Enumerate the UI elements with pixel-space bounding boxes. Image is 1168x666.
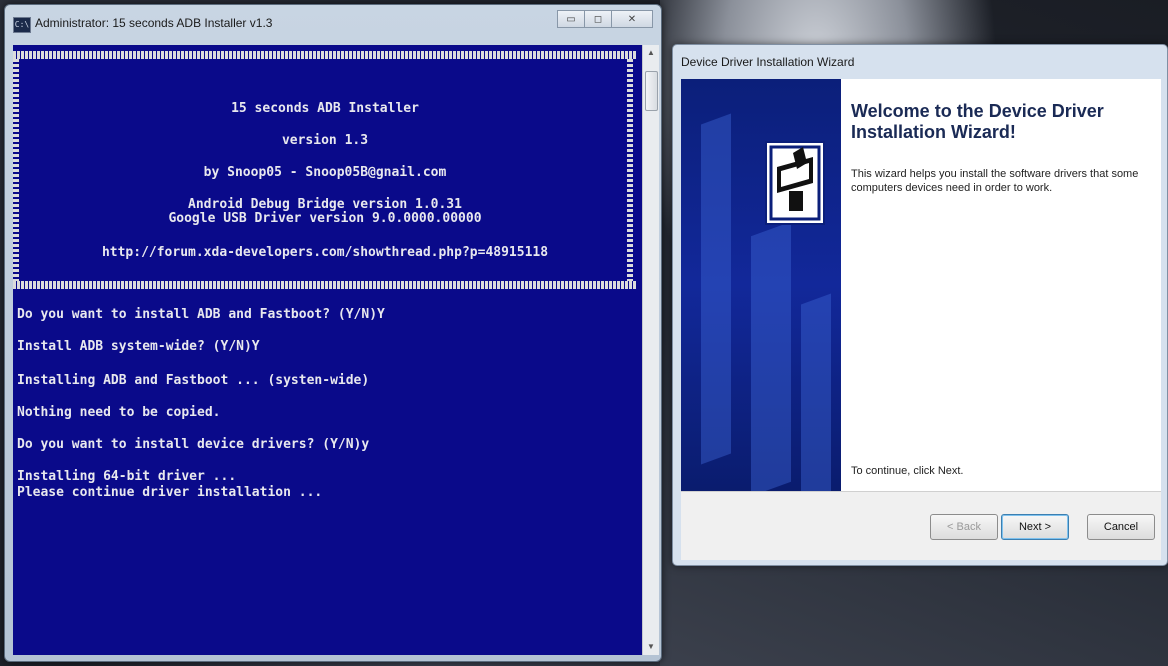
console-line: Installing ADB and Fastboot ... (systen-… <box>17 373 370 388</box>
console-window-title: Administrator: 15 seconds ADB Installer … <box>35 16 273 30</box>
maximize-button[interactable]: ◻ <box>584 10 612 28</box>
banner-author: by Snoop05 - Snoop05B@gnail.com <box>203 165 447 180</box>
console-line: Installing 64-bit driver ... <box>17 469 237 484</box>
console-titlebar[interactable]: C:\ Administrator: 15 seconds ADB Instal… <box>5 5 661 43</box>
wizard-continue-text: To continue, click Next. <box>851 465 964 477</box>
console-output[interactable]: 15 seconds ADB Installer version 1.3 by … <box>13 45 645 655</box>
console-line: Install ADB system-wide? (Y/N)Y <box>17 339 260 354</box>
scroll-up-icon[interactable]: ▲ <box>643 45 659 61</box>
banner-url: http://forum.xda-developers.com/showthre… <box>101 245 549 260</box>
wizard-button-bar: < Back Next > Cancel <box>681 491 1161 560</box>
terminal-text: 15 seconds ADB Installer version 1.3 by … <box>13 45 645 500</box>
banner-decoration <box>801 293 831 491</box>
wizard-banner <box>681 79 841 491</box>
console-window-controls: ▭ ◻ ✕ <box>557 10 653 28</box>
wizard-window-title: Device Driver Installation Wizard <box>681 55 855 69</box>
minimize-button[interactable]: ▭ <box>557 10 585 28</box>
next-button[interactable]: Next > <box>1001 514 1069 540</box>
console-line: Please continue driver installation ... <box>17 485 323 500</box>
wizard-heading: Welcome to the Device Driver Installatio… <box>851 101 1104 142</box>
banner-usb-driver: Google USB Driver version 9.0.0000.00000 <box>168 211 482 226</box>
scrollbar-thumb[interactable] <box>645 71 658 111</box>
close-button[interactable]: ✕ <box>611 10 653 28</box>
console-line: Do you want to install device drivers? (… <box>17 437 370 452</box>
scroll-down-icon[interactable]: ▼ <box>643 639 659 655</box>
console-scrollbar[interactable]: ▲ ▼ <box>642 45 659 655</box>
banner-decoration <box>701 113 731 465</box>
wizard-description: This wizard helps you install the softwa… <box>851 168 1139 194</box>
banner-border-top <box>13 51 637 59</box>
banner-border-bottom <box>13 281 637 289</box>
banner-version: version 1.3 <box>281 133 369 148</box>
console-line: Nothing need to be copied. <box>17 405 221 420</box>
console-window: C:\ Administrator: 15 seconds ADB Instal… <box>4 4 662 662</box>
cancel-button[interactable]: Cancel <box>1087 514 1155 540</box>
back-button[interactable]: < Back <box>930 514 998 540</box>
wizard-content: Welcome to the Device Driver Installatio… <box>841 79 1161 491</box>
console-line: Do you want to install ADB and Fastboot?… <box>17 307 385 322</box>
banner-decoration <box>751 221 791 491</box>
hardware-wizard-icon <box>765 141 825 225</box>
wizard-window: Device Driver Installation Wizard Welcom… <box>672 44 1168 566</box>
console-app-icon: C:\ <box>13 17 31 33</box>
banner-app-name: 15 seconds ADB Installer <box>231 101 419 116</box>
banner-adb-version: Android Debug Bridge version 1.0.31 <box>188 197 462 212</box>
